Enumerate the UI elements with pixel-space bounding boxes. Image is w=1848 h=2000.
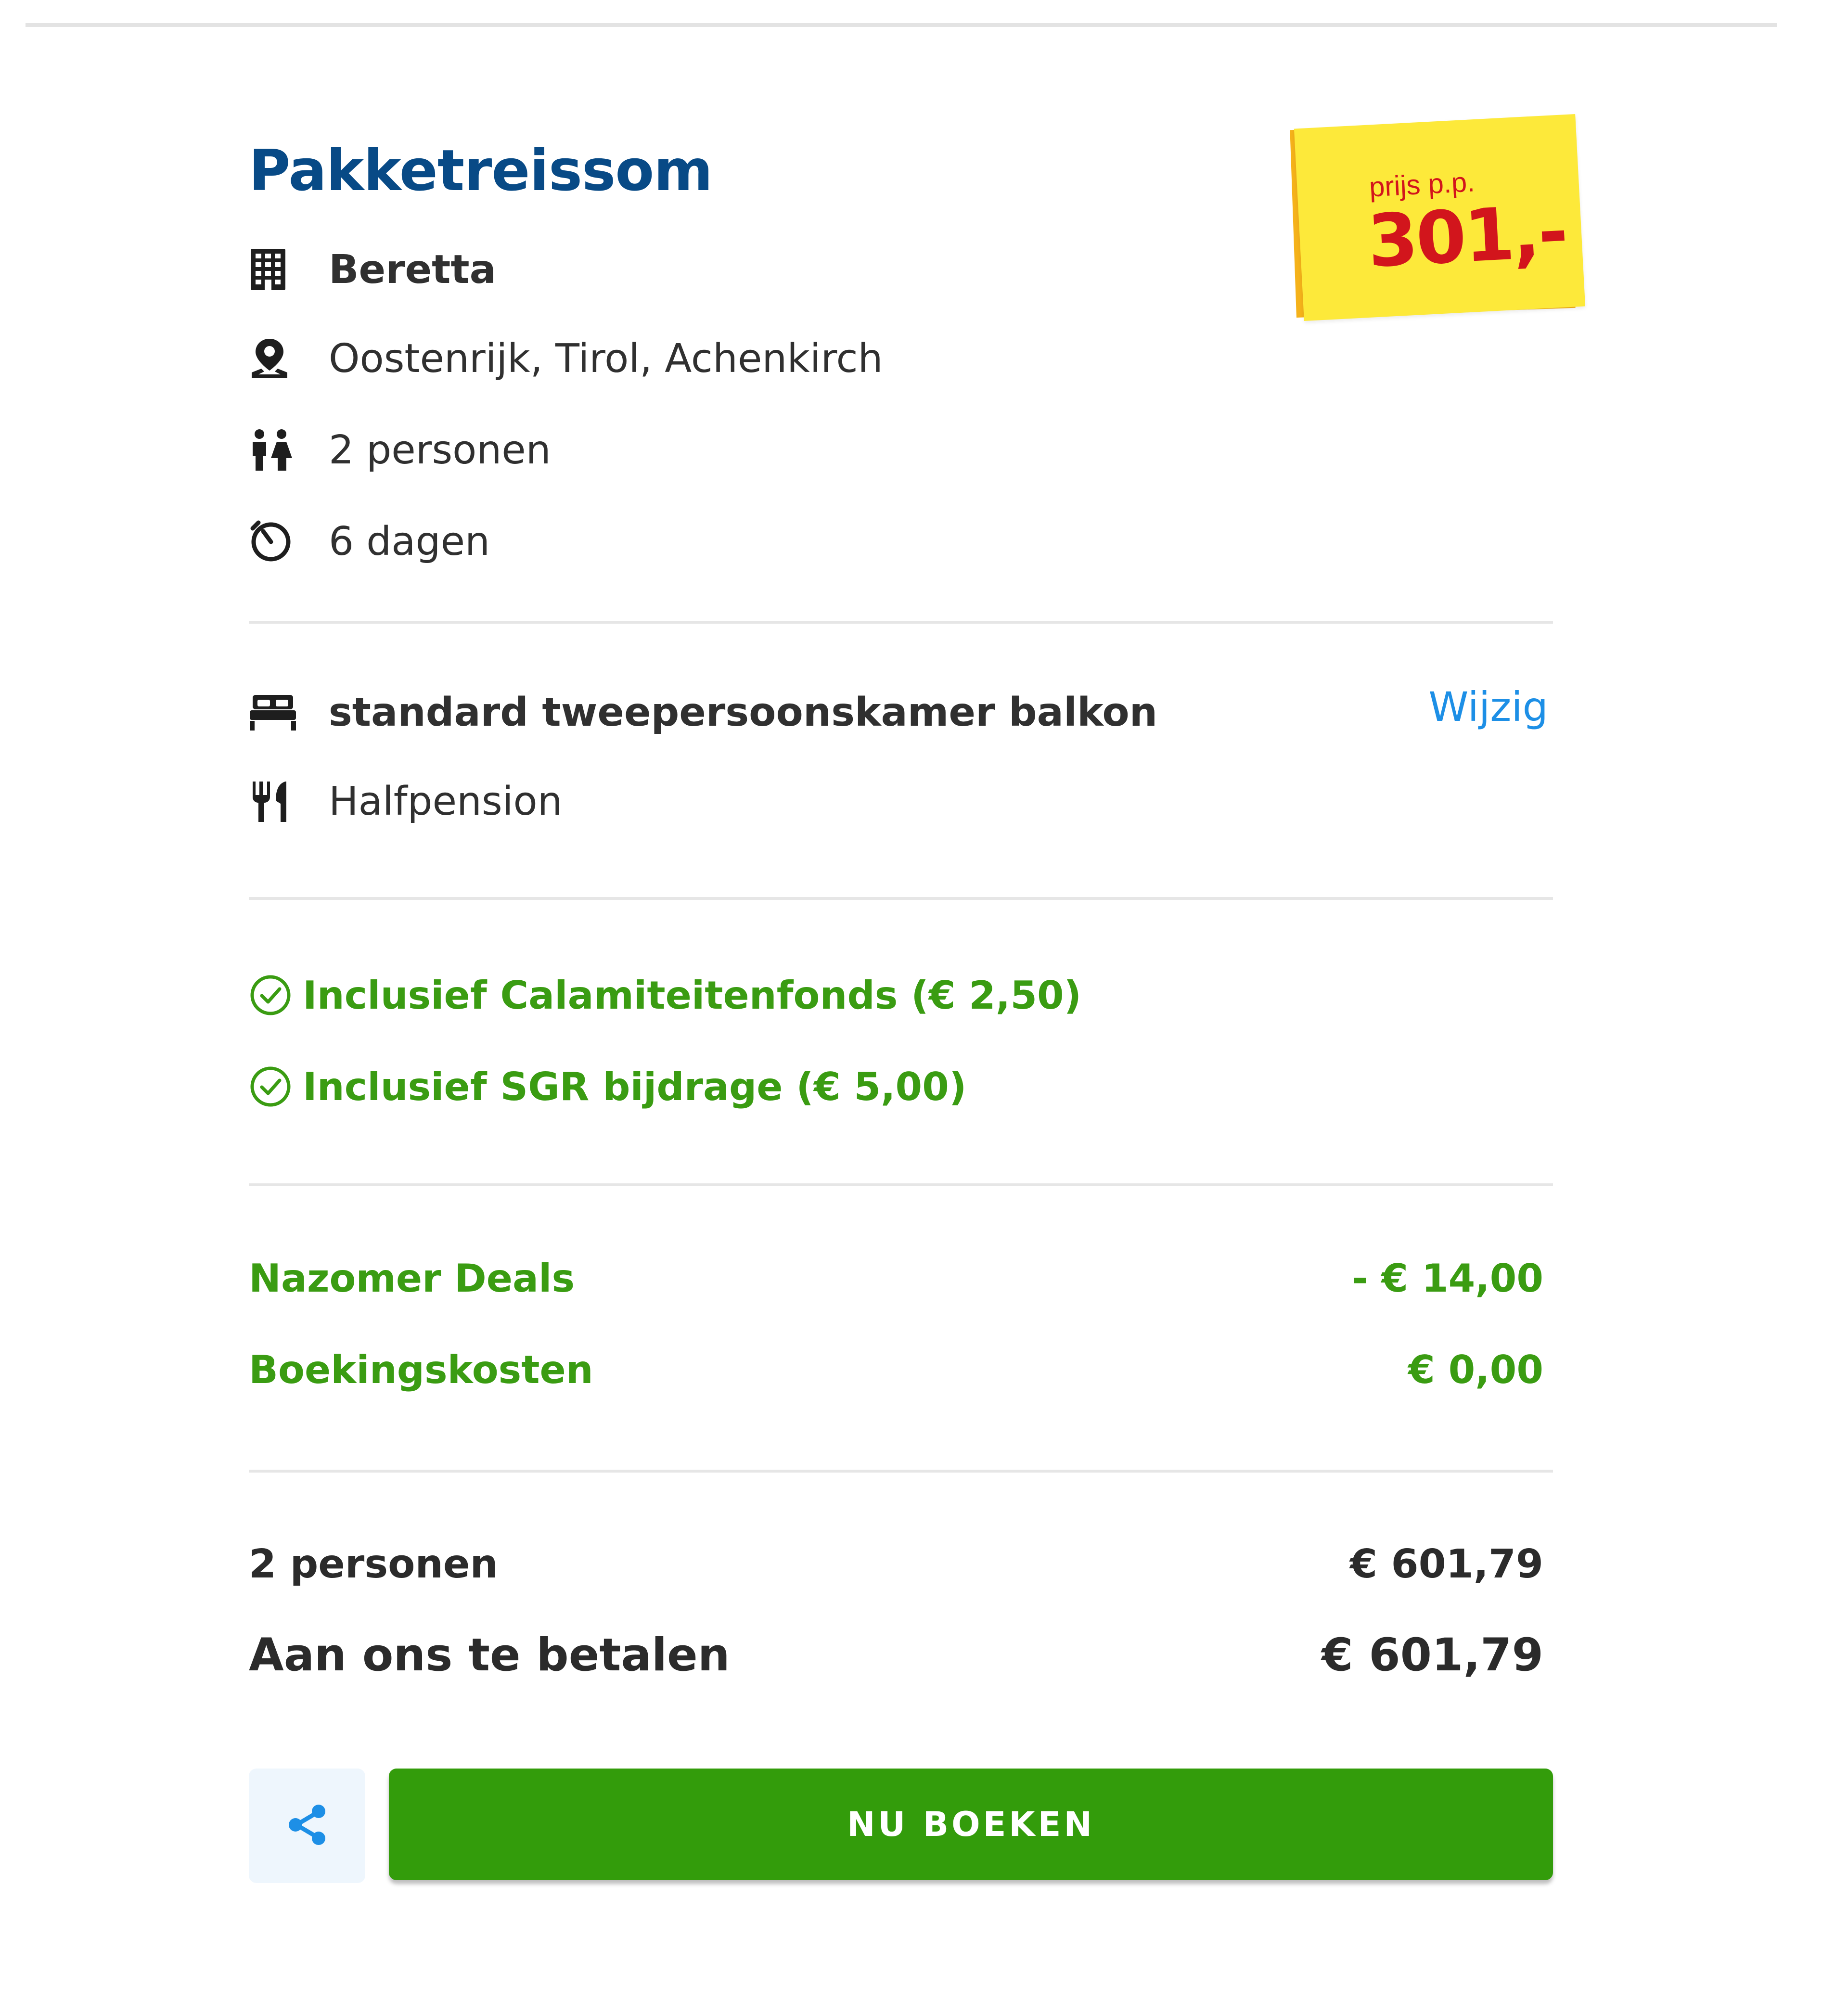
duration-text: 6 dagen: [329, 518, 490, 564]
divider: [249, 1470, 1553, 1473]
hotel-name: Beretta: [329, 246, 496, 293]
check-circle-icon: [249, 1065, 292, 1108]
share-icon: [284, 1802, 330, 1850]
included-label: Inclusief Calamiteitenfonds (€ 2,50): [303, 973, 1082, 1018]
divider: [249, 621, 1553, 624]
board-text: Halfpension: [329, 778, 563, 824]
amount-due-value: € 601,79: [1322, 1629, 1543, 1681]
bed-icon: [249, 688, 297, 736]
divider: [249, 897, 1553, 900]
persons-row: 2 personen: [249, 421, 551, 479]
location-text: Oostenrijk, Tirol, Achenkirch: [329, 335, 883, 382]
summary-title: Pakketreissom: [249, 137, 713, 204]
check-circle-icon: [249, 974, 292, 1017]
persons-total-amount: € 601,79: [1349, 1541, 1543, 1587]
booking-costs-label: Boekingskosten: [249, 1347, 593, 1392]
amount-due-row: Aan ons te betalen € 601,79: [249, 1629, 1543, 1681]
persons-total-row: 2 personen € 601,79: [249, 1541, 1543, 1587]
included-item: Inclusief Calamiteitenfonds (€ 2,50): [249, 969, 1081, 1022]
persons-text: 2 personen: [329, 427, 551, 473]
book-now-button[interactable]: NU BOEKEN: [389, 1769, 1553, 1880]
discount-amount: - € 14,00: [1352, 1256, 1543, 1301]
share-button[interactable]: [249, 1769, 365, 1883]
people-icon: [249, 426, 297, 474]
room-row: standard tweepersoonskamer balkon: [249, 683, 1157, 741]
room-name: standard tweepersoonskamer balkon: [329, 689, 1158, 735]
cutlery-icon: [249, 777, 297, 825]
included-item: Inclusief SGR bijdrage (€ 5,00): [249, 1060, 966, 1113]
discount-label: Nazomer Deals: [249, 1256, 575, 1301]
location-row: Oostenrijk, Tirol, Achenkirch: [249, 330, 883, 387]
divider: [249, 1183, 1553, 1186]
booking-summary-card: Pakketreissom prijs p.p. 301,- Beretta O…: [249, 0, 1586, 2000]
included-label: Inclusief SGR bijdrage (€ 5,00): [303, 1064, 967, 1109]
board-row: Halfpension: [249, 772, 563, 830]
persons-total-label: 2 personen: [249, 1541, 498, 1587]
price-per-person: 301,-: [1365, 190, 1568, 284]
building-icon: [249, 245, 297, 294]
booking-costs-row: Boekingskosten € 0,00: [249, 1347, 1543, 1392]
price-sticker: prijs p.p. 301,-: [1288, 114, 1587, 327]
change-room-link[interactable]: Wijzig: [1428, 683, 1548, 731]
timer-icon: [249, 517, 297, 565]
map-pin-icon: [249, 334, 297, 383]
hotel-row: Beretta: [249, 241, 496, 298]
duration-row: 6 dagen: [249, 513, 490, 570]
booking-costs-amount: € 0,00: [1408, 1347, 1543, 1392]
discount-row: Nazomer Deals - € 14,00: [249, 1256, 1543, 1301]
amount-due-label: Aan ons te betalen: [249, 1629, 730, 1681]
